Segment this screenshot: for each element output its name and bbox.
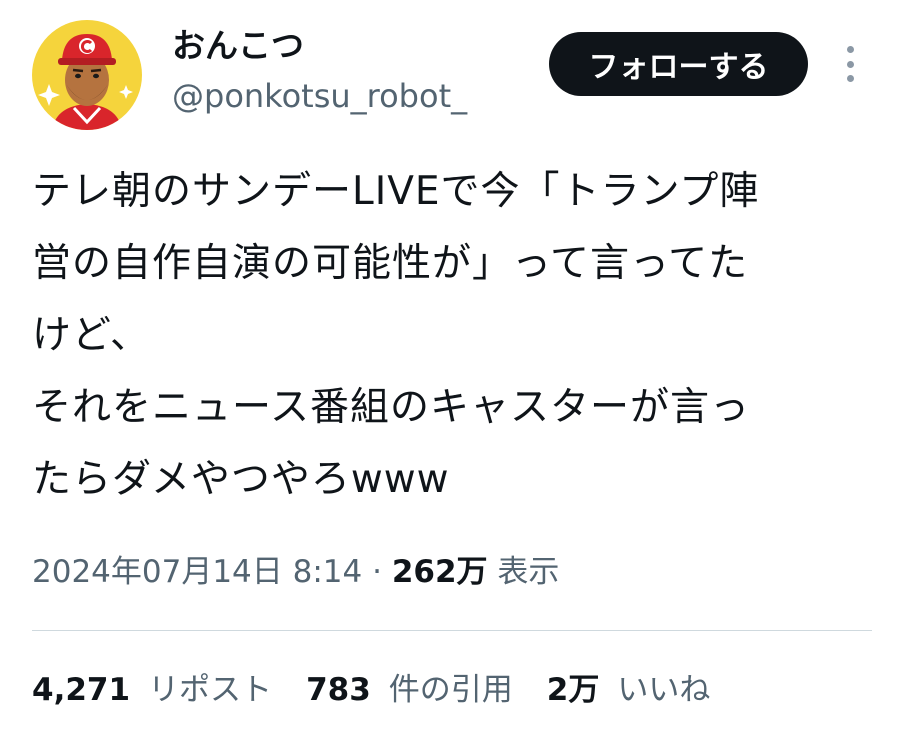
views-label: 表示 [497, 554, 560, 590]
user-handle[interactable]: @ponkotsu_robot_ [172, 76, 467, 116]
likes-count: 2万 [546, 672, 600, 708]
divider [32, 630, 872, 631]
engagement-stats: 4,271 リポスト 783 件の引用 2万 いいね [32, 668, 744, 712]
views-count: 262万 [391, 554, 488, 590]
tweet-text: テレ朝のサンデーLIVEで今「トランプ陣 営の自作自演の可能性が」って言ってた … [32, 156, 862, 516]
quotes-stat[interactable]: 783 件の引用 [306, 668, 513, 712]
tweet-line: テレ朝のサンデーLIVEで今「トランプ陣 [32, 169, 760, 214]
timestamp-link[interactable]: 2024年07月14日 8:14 [32, 554, 362, 590]
quotes-label: 件の引用 [388, 672, 513, 708]
tweet-line: それをニュース番組のキャスターが言っ [32, 385, 751, 430]
avatar-robot-icon [32, 20, 142, 130]
reposts-stat[interactable]: 4,271 リポスト [32, 668, 272, 712]
likes-stat[interactable]: 2万 いいね [547, 668, 711, 712]
more-vertical-icon[interactable] [836, 40, 864, 88]
tweet-line: けど、 [32, 313, 151, 358]
quotes-count: 783 [306, 672, 371, 708]
follow-button[interactable]: フォローする [549, 32, 808, 96]
tweet-meta: 2024年07月14日 8:14 · 262万 表示 [32, 550, 559, 594]
tweet-line: たらダメやつやろwww [32, 457, 450, 502]
more-dot [846, 46, 854, 53]
avatar[interactable] [32, 20, 142, 130]
meta-separator: · [362, 554, 392, 590]
more-dot [846, 60, 854, 68]
reposts-count: 4,271 [32, 672, 131, 708]
likes-label: いいね [617, 672, 711, 708]
display-name[interactable]: おんこつ [172, 26, 304, 66]
tweet-line: 営の自作自演の可能性が」って言ってた [32, 241, 749, 286]
reposts-label: リポスト [148, 672, 273, 708]
more-dot [846, 75, 854, 82]
